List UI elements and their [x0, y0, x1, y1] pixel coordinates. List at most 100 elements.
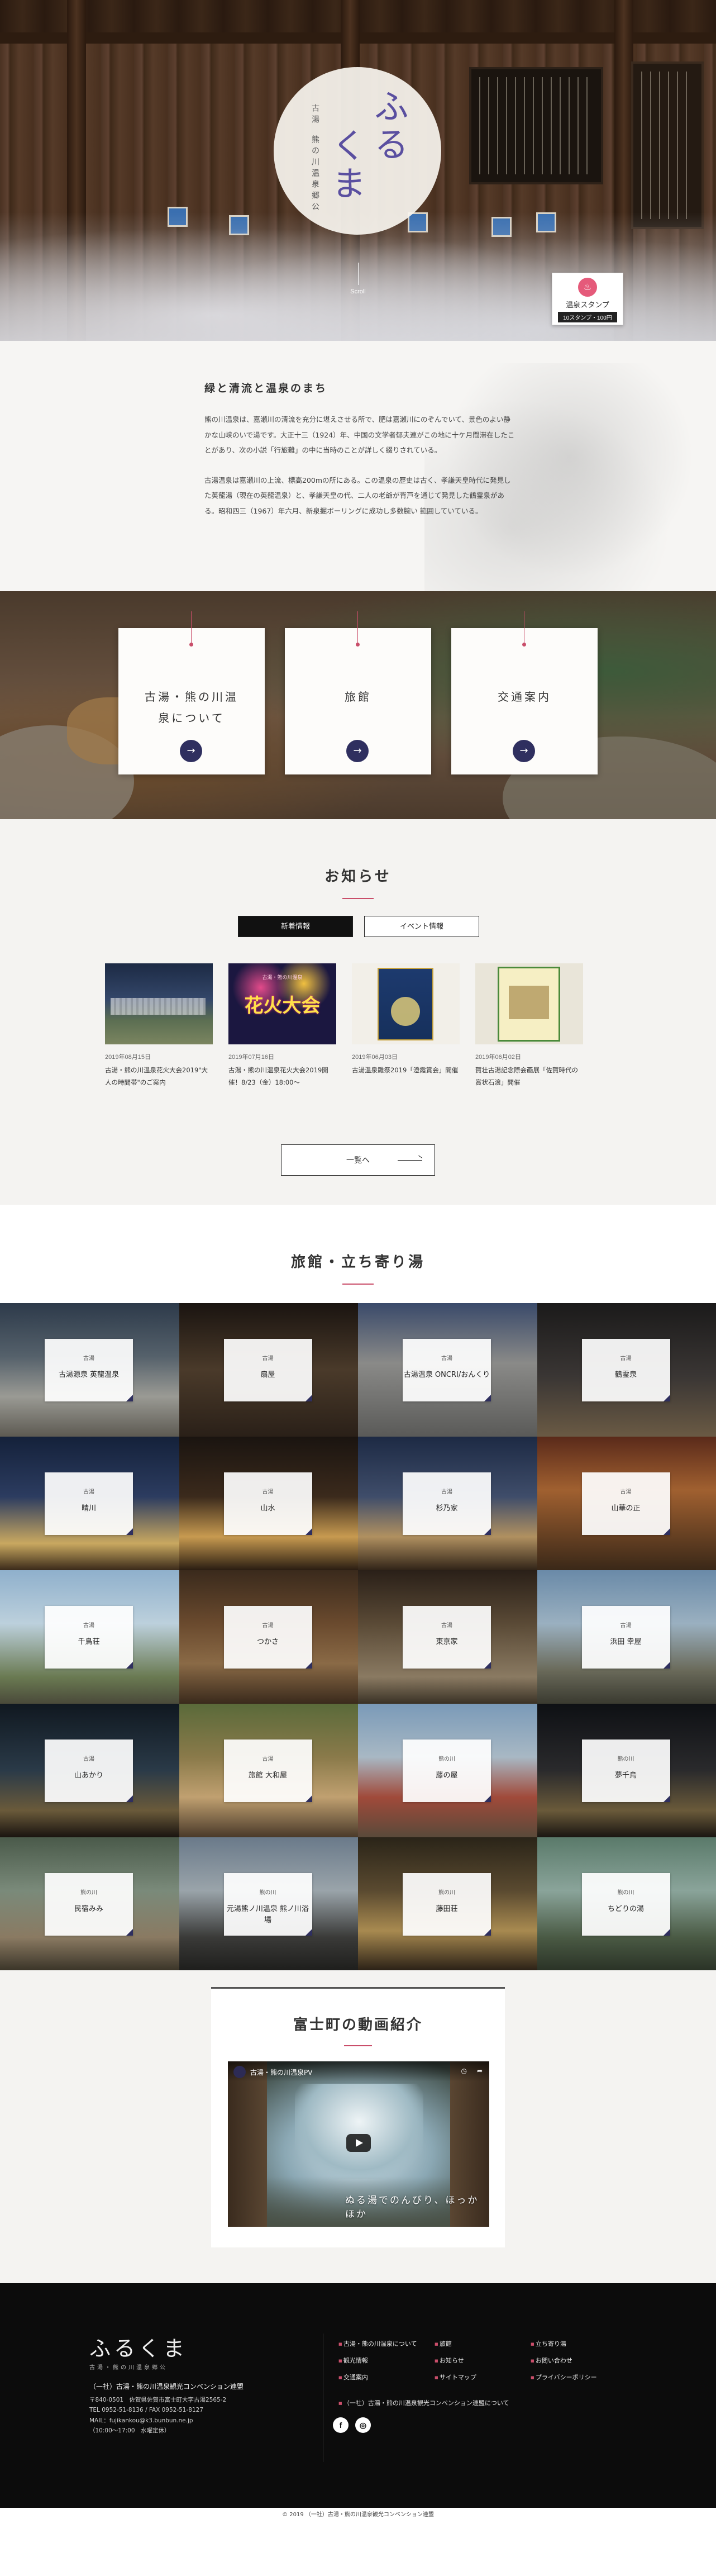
- stamp-title: 温泉スタンプ: [566, 301, 609, 310]
- footer-link-about[interactable]: 古湯・熊の川温泉について: [338, 2339, 435, 2348]
- ryokan-label-box[interactable]: 熊の川 藤田荘: [403, 1873, 491, 1936]
- video-player[interactable]: 古湯・熊の川温泉PV ◷ ➦ ぬる湯でのんびり、ほっかほか: [228, 2061, 489, 2227]
- channel-avatar[interactable]: [233, 2066, 246, 2078]
- ryokan-card[interactable]: 古湯 鶴霊泉: [537, 1303, 716, 1437]
- news-thumbnail: [105, 963, 213, 1044]
- ryokan-label-box[interactable]: 古湯 鶴霊泉: [581, 1339, 670, 1401]
- scroll-indicator[interactable]: Scroll: [349, 263, 367, 295]
- ryokan-card[interactable]: 古湯 古湯源泉 英龍温泉: [0, 1303, 179, 1437]
- share-icon[interactable]: ➦: [477, 2067, 483, 2075]
- ryokan-label-box[interactable]: 熊の川 藤の屋: [403, 1739, 491, 1802]
- ryokan-area: 熊の川: [259, 1890, 276, 1896]
- ryokan-area: 古湯: [262, 1356, 274, 1362]
- footer-link-sightseeing[interactable]: 観光情報: [338, 2356, 435, 2365]
- ryokan-label-box[interactable]: 古湯 山水: [223, 1472, 312, 1535]
- video-name[interactable]: 古湯・熊の川温泉PV: [250, 2068, 312, 2077]
- ryokan-card[interactable]: 古湯 山あかり: [0, 1704, 179, 1837]
- ryokan-card[interactable]: 古湯 つかさ: [179, 1570, 358, 1704]
- onsen-stamp-button[interactable]: ♨ 温泉スタンプ 10スタンプ・100円: [552, 273, 623, 325]
- news-more-button[interactable]: 一覧へ: [281, 1144, 435, 1176]
- corner-arrow-icon: [484, 1528, 491, 1535]
- ryokan-label-box[interactable]: 熊の川 夢千鳥: [581, 1739, 670, 1802]
- card-accent-dot: [189, 643, 193, 647]
- ryokan-label-box[interactable]: 古湯 東京家: [403, 1606, 491, 1669]
- ryokan-card[interactable]: 熊の川 民宿みみ: [0, 1837, 179, 1971]
- footer-link-news[interactable]: お知らせ: [435, 2356, 531, 2365]
- ryokan-label-box[interactable]: 熊の川元湯熊ノ川温泉 熊ノ川浴場: [223, 1873, 312, 1936]
- ryokan-name: 晴川: [81, 1504, 96, 1513]
- card-accent-dot: [356, 643, 360, 647]
- corner-arrow-icon: [126, 1795, 133, 1802]
- ryokan-label-box[interactable]: 古湯 千鳥荘: [45, 1606, 133, 1669]
- ryokan-label-box[interactable]: 熊の川 民宿みみ: [45, 1873, 133, 1936]
- facebook-icon[interactable]: f: [333, 2417, 349, 2433]
- news-text: 古湯温泉雛祭2019「澄霞賞会」開催: [352, 1066, 459, 1074]
- instagram-icon[interactable]: ◎: [355, 2417, 371, 2433]
- title-rule: [342, 898, 374, 899]
- footer-link-access[interactable]: 交通案内: [338, 2373, 435, 2382]
- ryokan-label-box[interactable]: 古湯 山華の正: [581, 1472, 670, 1535]
- ryokan-name: 古湯源泉 英龍温泉: [58, 1371, 120, 1379]
- scroll-label: Scroll: [350, 288, 366, 295]
- ryokan-card[interactable]: 熊の川元湯熊ノ川温泉 熊ノ川浴場: [179, 1837, 358, 1971]
- news-item[interactable]: 2019年06月02日 賀壮古湯記念際会画展「佐賀時代の賞状石浪」開催: [475, 963, 583, 1089]
- site-logo[interactable]: ふる くま 古湯 熊の川温泉郷公: [274, 67, 441, 235]
- category-card-access[interactable]: 交通案内 →: [451, 611, 598, 774]
- video-title: 富士町の動画紹介: [293, 2017, 423, 2033]
- ryokan-label-box[interactable]: 古湯 晴川: [45, 1472, 133, 1535]
- ryokan-card[interactable]: 古湯 浜田 幸屋: [537, 1570, 716, 1704]
- news-item[interactable]: 2019年06月03日 古湯温泉雛祭2019「澄霞賞会」開催: [352, 963, 460, 1089]
- tab-event-info[interactable]: イベント情報: [364, 916, 479, 937]
- ryokan-card[interactable]: 古湯 東京家: [358, 1570, 537, 1704]
- ryokan-card[interactable]: 古湯 旅館 大和屋: [179, 1704, 358, 1837]
- ryokan-card[interactable]: 古湯 杉乃家: [358, 1437, 537, 1570]
- ryokan-card[interactable]: 古湯 扇屋: [179, 1303, 358, 1437]
- ryokan-area: 古湯: [262, 1756, 274, 1762]
- ryokan-card[interactable]: 古湯 山華の正: [537, 1437, 716, 1570]
- ryokan-card[interactable]: 古湯 千鳥荘: [0, 1570, 179, 1704]
- ryokan-card[interactable]: 古湯 山水: [179, 1437, 358, 1570]
- intro-paragraph-1: 熊の川温泉は、嘉瀬川の清流を充分に堪えさせる所で、肥は嘉瀬川にのぞんでいて、景色…: [204, 415, 515, 454]
- footer-link-sitemap[interactable]: サイトマップ: [435, 2373, 531, 2382]
- tab-new-info[interactable]: 新着情報: [238, 916, 353, 937]
- news-item[interactable]: 古湯・熊の川温泉 花火大会 2019年07月16日 古湯・熊の川温泉花火大会20…: [228, 963, 336, 1089]
- ryokan-label-box[interactable]: 古湯 扇屋: [223, 1339, 312, 1401]
- ryokan-label-box[interactable]: 古湯 旅館 大和屋: [223, 1739, 312, 1802]
- ryokan-area: 古湯: [83, 1489, 94, 1495]
- ryokan-card[interactable]: 熊の川 ちどりの湯: [537, 1837, 716, 1971]
- arrow-right-icon[interactable]: →: [513, 740, 535, 762]
- news-item[interactable]: 2019年08月15日 古湯・熊の川温泉花火大会2019"大人の時間帯"のご案内: [105, 963, 213, 1089]
- ryokan-card[interactable]: 熊の川 藤田荘: [358, 1837, 537, 1971]
- ryokan-card[interactable]: 古湯 古湯温泉 ONCRI/おんくり: [358, 1303, 537, 1437]
- ryokan-name: 民宿みみ: [74, 1905, 103, 1913]
- ryokan-label-box[interactable]: 熊の川 ちどりの湯: [581, 1873, 670, 1936]
- play-icon[interactable]: [346, 2134, 371, 2152]
- ryokan-label-box[interactable]: 古湯 山あかり: [45, 1739, 133, 1802]
- ryokan-area: 古湯: [83, 1756, 94, 1762]
- ryokan-card[interactable]: 熊の川 藤の屋: [358, 1704, 537, 1837]
- news-text: 古湯・熊の川温泉花火大会2019"大人の時間帯"のご案内: [105, 1066, 208, 1086]
- footer-link-privacy[interactable]: プライバシーポリシー: [531, 2373, 627, 2382]
- ryokan-label-box[interactable]: 古湯 古湯温泉 ONCRI/おんくり: [403, 1339, 491, 1401]
- category-card-about[interactable]: 古湯・熊の川温泉について →: [118, 611, 265, 774]
- footer-link-contact[interactable]: お問い合わせ: [531, 2356, 627, 2365]
- ryokan-name: 扇屋: [260, 1371, 275, 1379]
- ryokan-card[interactable]: 古湯 晴川: [0, 1437, 179, 1570]
- corner-arrow-icon: [305, 1929, 312, 1936]
- watch-later-icon[interactable]: ◷: [461, 2067, 467, 2075]
- footer-link-ryokan[interactable]: 旅館: [435, 2339, 531, 2348]
- arrow-right-icon[interactable]: →: [180, 740, 202, 762]
- ryokan-name: 元湯熊ノ川温泉 熊ノ川浴場: [226, 1905, 309, 1924]
- ryokan-label-box[interactable]: 古湯 古湯源泉 英龍温泉: [45, 1339, 133, 1401]
- footer-link-organization[interactable]: （一社）古湯・熊の川温泉観光コンベンション連盟について: [338, 2398, 509, 2407]
- footer-link-tachiyori[interactable]: 立ち寄り湯: [531, 2339, 627, 2348]
- ryokan-label-box[interactable]: 古湯 つかさ: [223, 1606, 312, 1669]
- arrow-right-icon[interactable]: →: [346, 740, 369, 762]
- category-card-ryokan[interactable]: 旅館 →: [285, 611, 431, 774]
- ryokan-label-box[interactable]: 古湯 杉乃家: [403, 1472, 491, 1535]
- corner-arrow-icon: [305, 1662, 312, 1669]
- footer-logo[interactable]: ふるくま: [89, 2331, 188, 2362]
- ryokan-area: 熊の川: [617, 1890, 634, 1896]
- ryokan-label-box[interactable]: 古湯 浜田 幸屋: [581, 1606, 670, 1669]
- ryokan-card[interactable]: 熊の川 夢千鳥: [537, 1704, 716, 1837]
